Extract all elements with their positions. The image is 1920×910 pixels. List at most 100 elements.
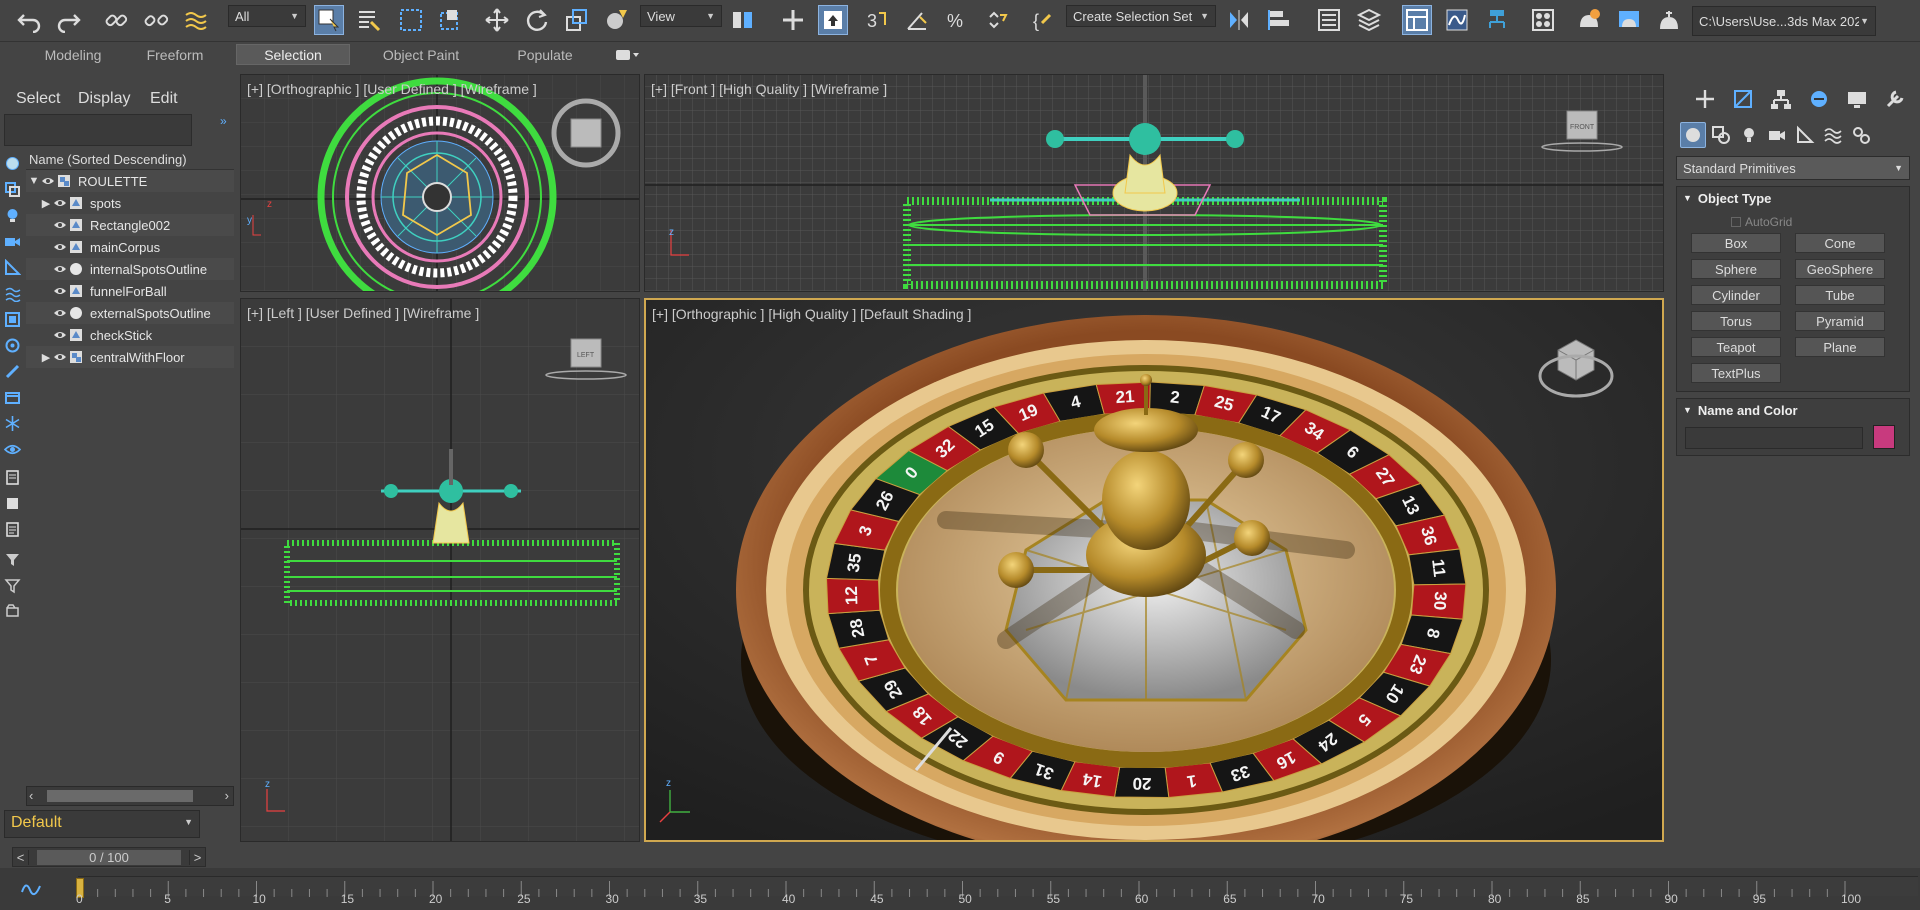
move-icon[interactable] — [482, 5, 512, 35]
filter-spacewarps-icon[interactable] — [2, 284, 22, 302]
filter-funnel-icon[interactable] — [2, 576, 22, 594]
visibility-eye-icon[interactable] — [52, 197, 68, 209]
angle-snap-icon[interactable] — [902, 5, 932, 35]
viewport-top-left[interactable]: [+] [Orthographic ] [User Defined ] [Wir… — [240, 74, 640, 292]
tab-modeling[interactable]: Modeling — [30, 44, 116, 65]
menu-display[interactable]: Display — [78, 90, 130, 108]
visibility-eye-icon[interactable] — [52, 285, 68, 297]
toggle-scene-explorer-icon[interactable] — [1314, 5, 1344, 35]
time-prev-button[interactable]: < — [13, 849, 29, 865]
rendered-frame-window-icon[interactable] — [1614, 5, 1644, 35]
snaps-toggle-icon[interactable]: 3 — [862, 5, 892, 35]
lights-category-icon[interactable] — [1736, 122, 1762, 148]
toggle-layer-explorer-icon[interactable] — [1354, 5, 1384, 35]
scene-item[interactable]: ▶ spots — [26, 192, 234, 214]
layer-dropdown[interactable]: Default ▼ — [4, 810, 200, 838]
primitive-button-cone[interactable]: Cone — [1795, 233, 1885, 253]
tab-freeform[interactable]: Freeform — [130, 44, 220, 65]
menu-select[interactable]: Select — [16, 90, 60, 108]
schematic-view-icon[interactable] — [1482, 5, 1512, 35]
selection-filter-dropdown[interactable]: All ▼ — [228, 5, 306, 27]
name-and-color-header[interactable]: ▼ Name and Color — [1677, 399, 1909, 421]
ribbon-options-icon[interactable] — [612, 44, 642, 65]
filter-frozen-icon[interactable] — [2, 414, 22, 432]
display-tab-icon[interactable] — [1842, 86, 1872, 112]
edit-named-selection-icon[interactable]: { — [1028, 5, 1058, 35]
display-children-icon[interactable] — [2, 494, 22, 512]
display-references-icon[interactable] — [2, 520, 22, 538]
tab-populate[interactable]: Populate — [490, 44, 600, 65]
object-type-header[interactable]: ▼ Object Type — [1677, 187, 1909, 209]
window-crossing-icon[interactable] — [436, 5, 466, 35]
redo-icon[interactable] — [54, 5, 84, 35]
pivot-center-icon[interactable] — [728, 5, 758, 35]
filter-xrefs-icon[interactable] — [2, 336, 22, 354]
primitive-button-pyramid[interactable]: Pyramid — [1795, 311, 1885, 331]
align-icon[interactable] — [1264, 5, 1294, 35]
geometry-category-icon[interactable] — [1680, 122, 1706, 148]
keyboard-shortcut-override-icon[interactable] — [818, 5, 848, 35]
scene-item[interactable]: mainCorpus — [26, 236, 234, 258]
filter-cameras-icon[interactable] — [2, 232, 22, 250]
reference-coordinate-dropdown[interactable]: View ▼ — [640, 5, 722, 27]
object-color-swatch[interactable] — [1873, 425, 1895, 449]
primitive-button-tube[interactable]: Tube — [1795, 285, 1885, 305]
viewport-label[interactable]: [+] [Left ] [User Defined ] [Wireframe ] — [247, 305, 479, 321]
primitive-button-box[interactable]: Box — [1691, 233, 1781, 253]
project-folder-dropdown[interactable]: C:\Users\Use...3ds Max 2023 ▼ — [1692, 6, 1876, 36]
filter-bones-icon[interactable] — [2, 362, 22, 380]
menu-edit[interactable]: Edit — [150, 90, 178, 108]
viewport-perspective-shaded[interactable]: [+] [Orthographic ] [High Quality ] [Def… — [644, 298, 1664, 842]
visibility-eye-icon[interactable] — [52, 351, 68, 363]
visibility-eye-icon[interactable] — [52, 219, 68, 231]
scene-item[interactable]: checkStick — [26, 324, 234, 346]
tab-selection[interactable]: Selection — [236, 44, 350, 65]
viewport-label[interactable]: [+] [Orthographic ] [High Quality ] [Def… — [652, 306, 971, 322]
render-setup-icon[interactable] — [1574, 5, 1604, 35]
scene-search-input[interactable] — [4, 114, 192, 146]
timeline[interactable]: 0 5 10 15 20 25 30 35 40 45 50 55 60 65 70 75 80 85 90 95 10… — [0, 868, 1920, 910]
viewport-left[interactable]: [+] [Left ] [User Defined ] [Wireframe ]… — [240, 298, 640, 842]
scene-item[interactable]: Rectangle002 — [26, 214, 234, 236]
tab-object-paint[interactable]: Object Paint — [366, 44, 476, 65]
scale-icon[interactable] — [562, 5, 592, 35]
systems-category-icon[interactable] — [1848, 122, 1874, 148]
place-icon[interactable] — [602, 5, 632, 35]
find-icon[interactable] — [2, 602, 22, 620]
select-object-icon[interactable] — [314, 5, 344, 35]
expand-toggle-icon[interactable]: ▶ — [40, 351, 52, 364]
helpers-category-icon[interactable] — [1792, 122, 1818, 148]
rotate-icon[interactable] — [522, 5, 552, 35]
explorer-horizontal-scrollbar[interactable]: ‹ › — [26, 786, 234, 806]
bind-space-warp-icon[interactable] — [181, 5, 211, 35]
modify-tab-icon[interactable] — [1728, 86, 1758, 112]
scrollbar-thumb[interactable] — [47, 790, 193, 802]
rectangular-region-icon[interactable] — [396, 5, 426, 35]
filter-groups-icon[interactable] — [2, 310, 22, 328]
unlink-icon[interactable] — [141, 5, 171, 35]
viewport-label[interactable]: [+] [Orthographic ] [User Defined ] [Wir… — [247, 81, 537, 97]
scene-item[interactable]: ▼ ROULETTE — [26, 170, 234, 192]
filter-toggle-icon[interactable] — [2, 550, 22, 568]
viewport-label[interactable]: [+] [Front ] [High Quality ] [Wireframe … — [651, 81, 887, 97]
curve-editor-icon[interactable] — [1442, 5, 1472, 35]
scene-item[interactable]: ▶ centralWithFloor — [26, 346, 234, 368]
primitive-button-textplus[interactable]: TextPlus — [1691, 363, 1781, 383]
expand-toggle-icon[interactable]: ▼ — [28, 175, 40, 187]
filter-containers-icon[interactable] — [2, 388, 22, 406]
filter-geometry-icon[interactable] — [2, 154, 22, 172]
spacewarps-category-icon[interactable] — [1820, 122, 1846, 148]
expand-panel-icon[interactable]: » — [220, 114, 227, 128]
time-slider-value[interactable]: 0 / 100 — [37, 849, 181, 865]
expand-toggle-icon[interactable]: ▶ — [40, 197, 52, 210]
motion-tab-icon[interactable] — [1804, 86, 1834, 112]
spinner-snap-icon[interactable] — [982, 5, 1012, 35]
material-editor-icon[interactable] — [1528, 5, 1558, 35]
shapes-category-icon[interactable] — [1708, 122, 1734, 148]
named-selection-sets-dropdown[interactable]: Create Selection Set ▼ — [1066, 5, 1216, 27]
link-icon[interactable] — [101, 5, 131, 35]
filter-shapes-icon[interactable] — [2, 180, 22, 198]
display-list-icon[interactable] — [2, 468, 22, 486]
scene-item[interactable]: funnelForBall — [26, 280, 234, 302]
render-production-icon[interactable] — [1654, 5, 1684, 35]
